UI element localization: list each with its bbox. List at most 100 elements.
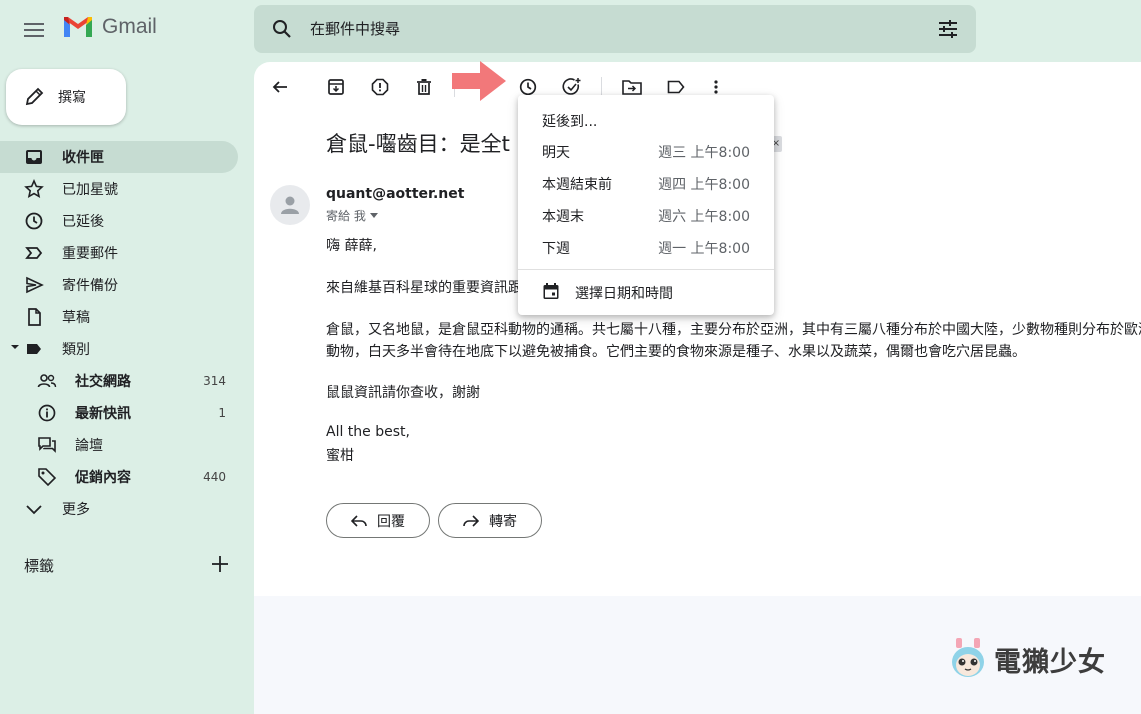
sidebar-item-label: 已加星號 <box>62 182 118 198</box>
snooze-option-weekend[interactable]: 本週末 週六 上午8:00 <box>518 199 774 231</box>
sidebar-item-label: 促銷內容 <box>75 470 131 486</box>
sidebar-item-more[interactable]: 更多 <box>0 493 238 525</box>
folder-move-icon <box>622 80 642 95</box>
sidebar-item-label: 社交網路 <box>75 374 131 390</box>
arrow-back-icon <box>272 81 287 93</box>
snooze-option-time: 週三 上午8:00 <box>658 145 750 161</box>
delete-button[interactable] <box>412 75 436 99</box>
sidebar-item-label: 草稿 <box>62 310 90 326</box>
search-input[interactable] <box>310 20 900 38</box>
snooze-option-time: 週四 上午8:00 <box>658 177 750 193</box>
forward-icon <box>463 514 479 527</box>
sidebar-item-label: 重要郵件 <box>62 246 118 262</box>
sidebar-item-social[interactable]: 社交網路 314 <box>0 365 238 397</box>
email-greeting: 嗨 薛薛, <box>326 238 377 254</box>
gmail-m-icon <box>64 17 92 37</box>
sidebar-item-sent[interactable]: 寄件備份 <box>0 269 238 301</box>
back-button[interactable] <box>268 75 292 99</box>
report-icon <box>371 78 389 96</box>
sidebar-item-label: 論壇 <box>75 438 103 454</box>
sidebar-item-forums[interactable]: 論壇 <box>0 429 238 461</box>
sidebar-item-snoozed[interactable]: 已延後 <box>0 205 238 237</box>
unread-count: 1 <box>218 406 226 420</box>
search-icon[interactable] <box>272 19 292 39</box>
snooze-option-time: 週一 上午8:00 <box>658 241 750 257</box>
clock-icon <box>519 78 537 96</box>
email-subject: 倉鼠-囓齒目：是全t <box>326 132 510 156</box>
send-icon <box>26 276 44 294</box>
app-name: Gmail <box>102 15 157 38</box>
sender-avatar <box>270 185 310 225</box>
sidebar-item-label: 收件匣 <box>62 150 104 166</box>
more-vert-icon <box>714 80 718 94</box>
snooze-option-later-this-week[interactable]: 本週結束前 週四 上午8:00 <box>518 167 774 199</box>
chevron-down-icon <box>26 505 42 515</box>
label-outline-icon <box>667 80 685 94</box>
toolbar-divider <box>601 77 602 97</box>
reply-label: 回覆 <box>377 513 405 530</box>
caret-down-icon[interactable] <box>10 343 20 351</box>
otter-mascot-icon <box>952 638 984 677</box>
snooze-option-label: 下週 <box>542 241 570 257</box>
people-icon <box>37 374 57 388</box>
email-body-line: 動物，白天多半會待在地底下以避免被捕食。它們主要的食物來源是種子、水果以及蔬菜，… <box>326 344 1026 360</box>
trash-icon <box>417 79 431 95</box>
sidebar-item-inbox[interactable]: 收件匣 <box>0 141 238 173</box>
unread-count: 314 <box>203 374 226 388</box>
email-signature: 蜜柑 <box>326 448 354 464</box>
draft-icon <box>28 308 41 326</box>
email-body-line: 倉鼠，又名地鼠，是倉鼠亞科動物的通稱。共七屬十八種，主要分布於亞洲，其中有三屬八… <box>326 322 1141 338</box>
labels-heading: 標籤 <box>24 557 55 575</box>
sender-email[interactable]: quant@aotter.net <box>326 186 464 202</box>
inbox-icon <box>26 150 42 164</box>
add-task-icon <box>562 78 581 95</box>
sidebar-item-label: 最新快訊 <box>75 406 131 422</box>
menu-divider <box>518 269 774 270</box>
compose-label: 撰寫 <box>58 90 86 106</box>
sidebar-item-label: 寄件備份 <box>62 278 118 294</box>
gmail-logo[interactable]: Gmail <box>62 15 157 39</box>
label-icon <box>27 344 41 354</box>
sidebar-item-important[interactable]: 重要郵件 <box>0 237 238 269</box>
forward-button[interactable]: 轉寄 <box>438 503 542 538</box>
compose-button[interactable]: 撰寫 <box>6 69 126 125</box>
search-options-icon[interactable] <box>938 20 958 38</box>
info-icon <box>38 404 56 422</box>
sidebar-item-label: 更多 <box>62 502 90 518</box>
snooze-option-pick-date-time[interactable]: 選擇日期和時間 <box>518 276 774 308</box>
sidebar-item-drafts[interactable]: 草稿 <box>0 301 238 333</box>
snooze-option-time: 週六 上午8:00 <box>658 209 750 225</box>
sidebar-item-promotions[interactable]: 促銷內容 440 <box>0 461 238 493</box>
search-bar[interactable] <box>254 5 976 53</box>
main-menu-button[interactable] <box>18 14 50 46</box>
email-signoff: All the best, <box>326 424 410 440</box>
caret-down-icon <box>369 213 378 218</box>
report-spam-button[interactable] <box>368 75 392 99</box>
sidebar-item-label: 已延後 <box>62 214 104 230</box>
recipient-details-toggle[interactable]: 寄給 我 <box>326 207 378 224</box>
sidebar-item-starred[interactable]: 已加星號 <box>0 173 238 205</box>
forward-label: 轉寄 <box>489 513 517 530</box>
pointer-arrow-icon <box>452 61 506 101</box>
email-body-line: 鼠鼠資訊請你查收，謝謝 <box>326 385 480 401</box>
sidebar-item-label: 類別 <box>62 342 90 358</box>
sidebar-item-updates[interactable]: 最新快訊 1 <box>0 397 238 429</box>
recipient-label: 寄給 我 <box>326 209 366 223</box>
calendar-icon <box>543 283 559 299</box>
snooze-menu-title: 延後到... <box>542 114 598 130</box>
email-body-line: 來自維基百科星球的重要資訊跟 <box>326 280 522 296</box>
snooze-option-next-week[interactable]: 下週 週一 上午8:00 <box>518 231 774 263</box>
pencil-icon <box>25 87 44 106</box>
person-icon <box>281 196 299 214</box>
snooze-option-tomorrow[interactable]: 明天 週三 上午8:00 <box>518 135 774 167</box>
tag-icon <box>38 468 57 487</box>
reply-button[interactable]: 回覆 <box>326 503 430 538</box>
snooze-option-label: 明天 <box>542 145 570 161</box>
add-label-icon[interactable] <box>208 552 232 576</box>
snooze-custom-label: 選擇日期和時間 <box>575 286 673 302</box>
archive-icon <box>328 79 344 95</box>
archive-button[interactable] <box>324 75 348 99</box>
sidebar-item-categories[interactable]: 類別 <box>0 333 238 365</box>
forum-icon <box>38 437 56 453</box>
hamburger-icon <box>24 23 44 37</box>
